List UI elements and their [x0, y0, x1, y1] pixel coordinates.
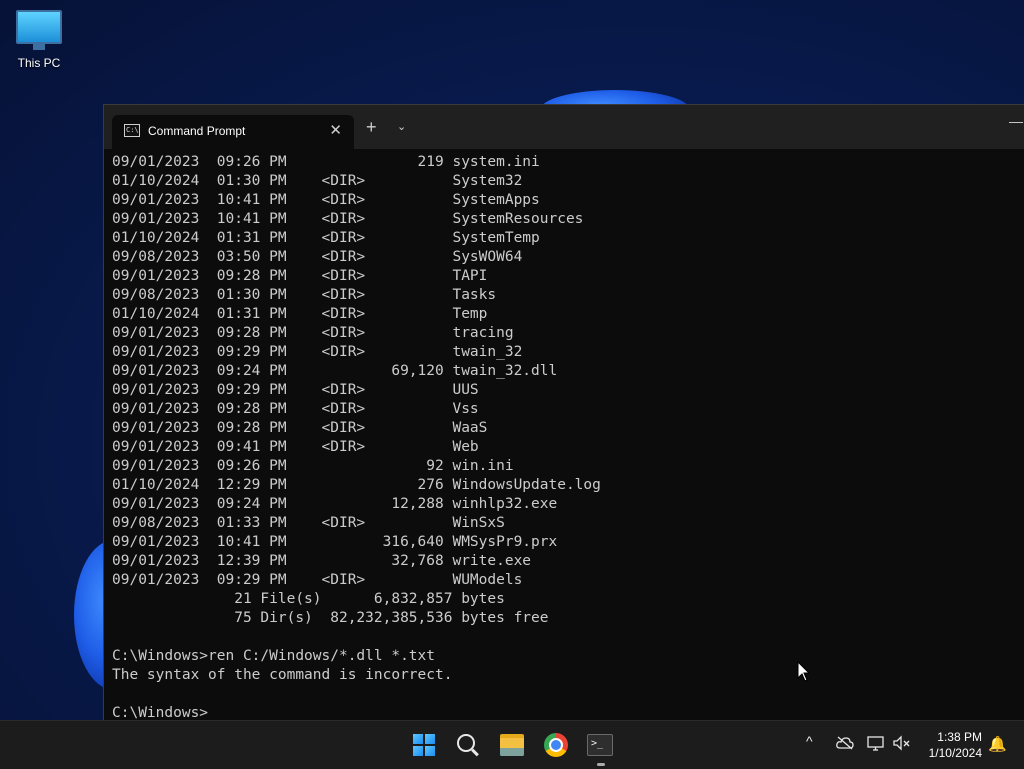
console-line: The syntax of the command is incorrect. [112, 667, 453, 683]
console-line: 09/01/2023 12:39 PM 32,768 write.exe [112, 553, 532, 569]
minimize-button[interactable]: — [1009, 113, 1023, 129]
console-output[interactable]: 09/01/2023 09:26 PM 219 system.ini 01/10/… [112, 153, 1024, 720]
console-line: 01/10/2024 01:31 PM <DIR> Temp [112, 306, 488, 322]
console-line: 09/01/2023 09:29 PM <DIR> WUModels [112, 572, 523, 588]
console-line: 09/08/2023 01:33 PM <DIR> WinSxS [112, 515, 505, 531]
console-line: 09/01/2023 09:26 PM 219 system.ini [112, 154, 540, 170]
chevron-down-icon[interactable]: ⌄ [397, 120, 406, 133]
notification-bell-icon[interactable]: 🔔 [988, 735, 1007, 753]
network-icon[interactable] [866, 735, 886, 753]
console-line: 09/01/2023 09:41 PM <DIR> Web [112, 439, 479, 455]
tab-close-button[interactable]: ✕ [329, 121, 342, 139]
console-line: 09/01/2023 09:28 PM <DIR> TAPI [112, 268, 488, 284]
volume-muted-icon[interactable] [892, 735, 912, 753]
folder-icon [500, 734, 524, 756]
console-line: 09/01/2023 09:28 PM <DIR> tracing [112, 325, 514, 341]
clock-date: 1/10/2024 [928, 746, 982, 760]
mouse-pointer-icon [797, 661, 811, 682]
console-line: 09/01/2023 09:28 PM <DIR> WaaS [112, 420, 488, 436]
cloud-offline-icon[interactable] [836, 736, 854, 750]
console-line: 09/01/2023 09:24 PM 12,288 winhlp32.exe [112, 496, 558, 512]
terminal-button[interactable]: >_ [584, 729, 616, 761]
active-app-indicator [597, 763, 605, 766]
console-line: 09/01/2023 10:41 PM <DIR> SystemResource… [112, 211, 584, 227]
console-line: 09/01/2023 09:29 PM <DIR> UUS [112, 382, 479, 398]
console-line: 09/01/2023 10:41 PM 316,640 WMSysPr9.prx [112, 534, 558, 550]
search-button[interactable] [452, 729, 484, 761]
search-icon [457, 734, 475, 752]
system-clock[interactable]: 1:38 PM 1/10/2024 [918, 729, 982, 761]
terminal-titlebar[interactable]: C:\ Command Prompt ✕ + ⌄ — [104, 105, 1024, 149]
console-line: 09/08/2023 03:50 PM <DIR> SysWOW64 [112, 249, 523, 265]
console-line: C:\Windows>ren C:/Windows/*.dll *.txt [112, 648, 436, 664]
chrome-icon [544, 733, 568, 757]
console-line: 01/10/2024 01:30 PM <DIR> System32 [112, 173, 523, 189]
desktop-icon-this-pc[interactable]: This PC [10, 10, 68, 70]
console-line: 21 File(s) 6,832,857 bytes [112, 591, 505, 607]
monitor-icon [16, 10, 62, 50]
windows-start-icon [413, 734, 435, 756]
tab-title: Command Prompt [148, 124, 246, 138]
console-line: 09/01/2023 09:24 PM 69,120 twain_32.dll [112, 363, 558, 379]
terminal-window[interactable]: C:\ Command Prompt ✕ + ⌄ — 09/01/2023 09… [103, 104, 1024, 720]
console-line: C:\Windows> [112, 705, 209, 720]
tray-overflow-chevron-icon[interactable]: ^ [806, 733, 813, 749]
new-tab-button[interactable]: + [366, 117, 377, 138]
console-line: 75 Dir(s) 82,232,385,536 bytes free [112, 610, 549, 626]
console-line: 09/01/2023 09:28 PM <DIR> Vss [112, 401, 479, 417]
taskbar: >_ ^ 1:38 PM 1/10/2024 🔔 [0, 720, 1024, 769]
desktop-icon-label: This PC [17, 56, 61, 70]
console-line: 01/10/2024 12:29 PM 276 WindowsUpdate.lo… [112, 477, 601, 493]
chrome-button[interactable] [540, 729, 572, 761]
console-line: 09/01/2023 10:41 PM <DIR> SystemApps [112, 192, 540, 208]
console-line: 09/08/2023 01:30 PM <DIR> Tasks [112, 287, 497, 303]
file-explorer-button[interactable] [496, 729, 528, 761]
console-line: 09/01/2023 09:29 PM <DIR> twain_32 [112, 344, 523, 360]
desktop: This PC C:\ Command Prompt ✕ + ⌄ — 09/01… [0, 0, 1024, 720]
clock-time: 1:38 PM [937, 730, 982, 744]
console-line: 01/10/2024 01:31 PM <DIR> SystemTemp [112, 230, 540, 246]
cmd-icon: C:\ [124, 124, 140, 137]
start-button[interactable] [408, 729, 440, 761]
tab-command-prompt[interactable]: C:\ Command Prompt ✕ [112, 115, 354, 149]
terminal-icon: >_ [587, 734, 613, 756]
console-line: 09/01/2023 09:26 PM 92 win.ini [112, 458, 514, 474]
